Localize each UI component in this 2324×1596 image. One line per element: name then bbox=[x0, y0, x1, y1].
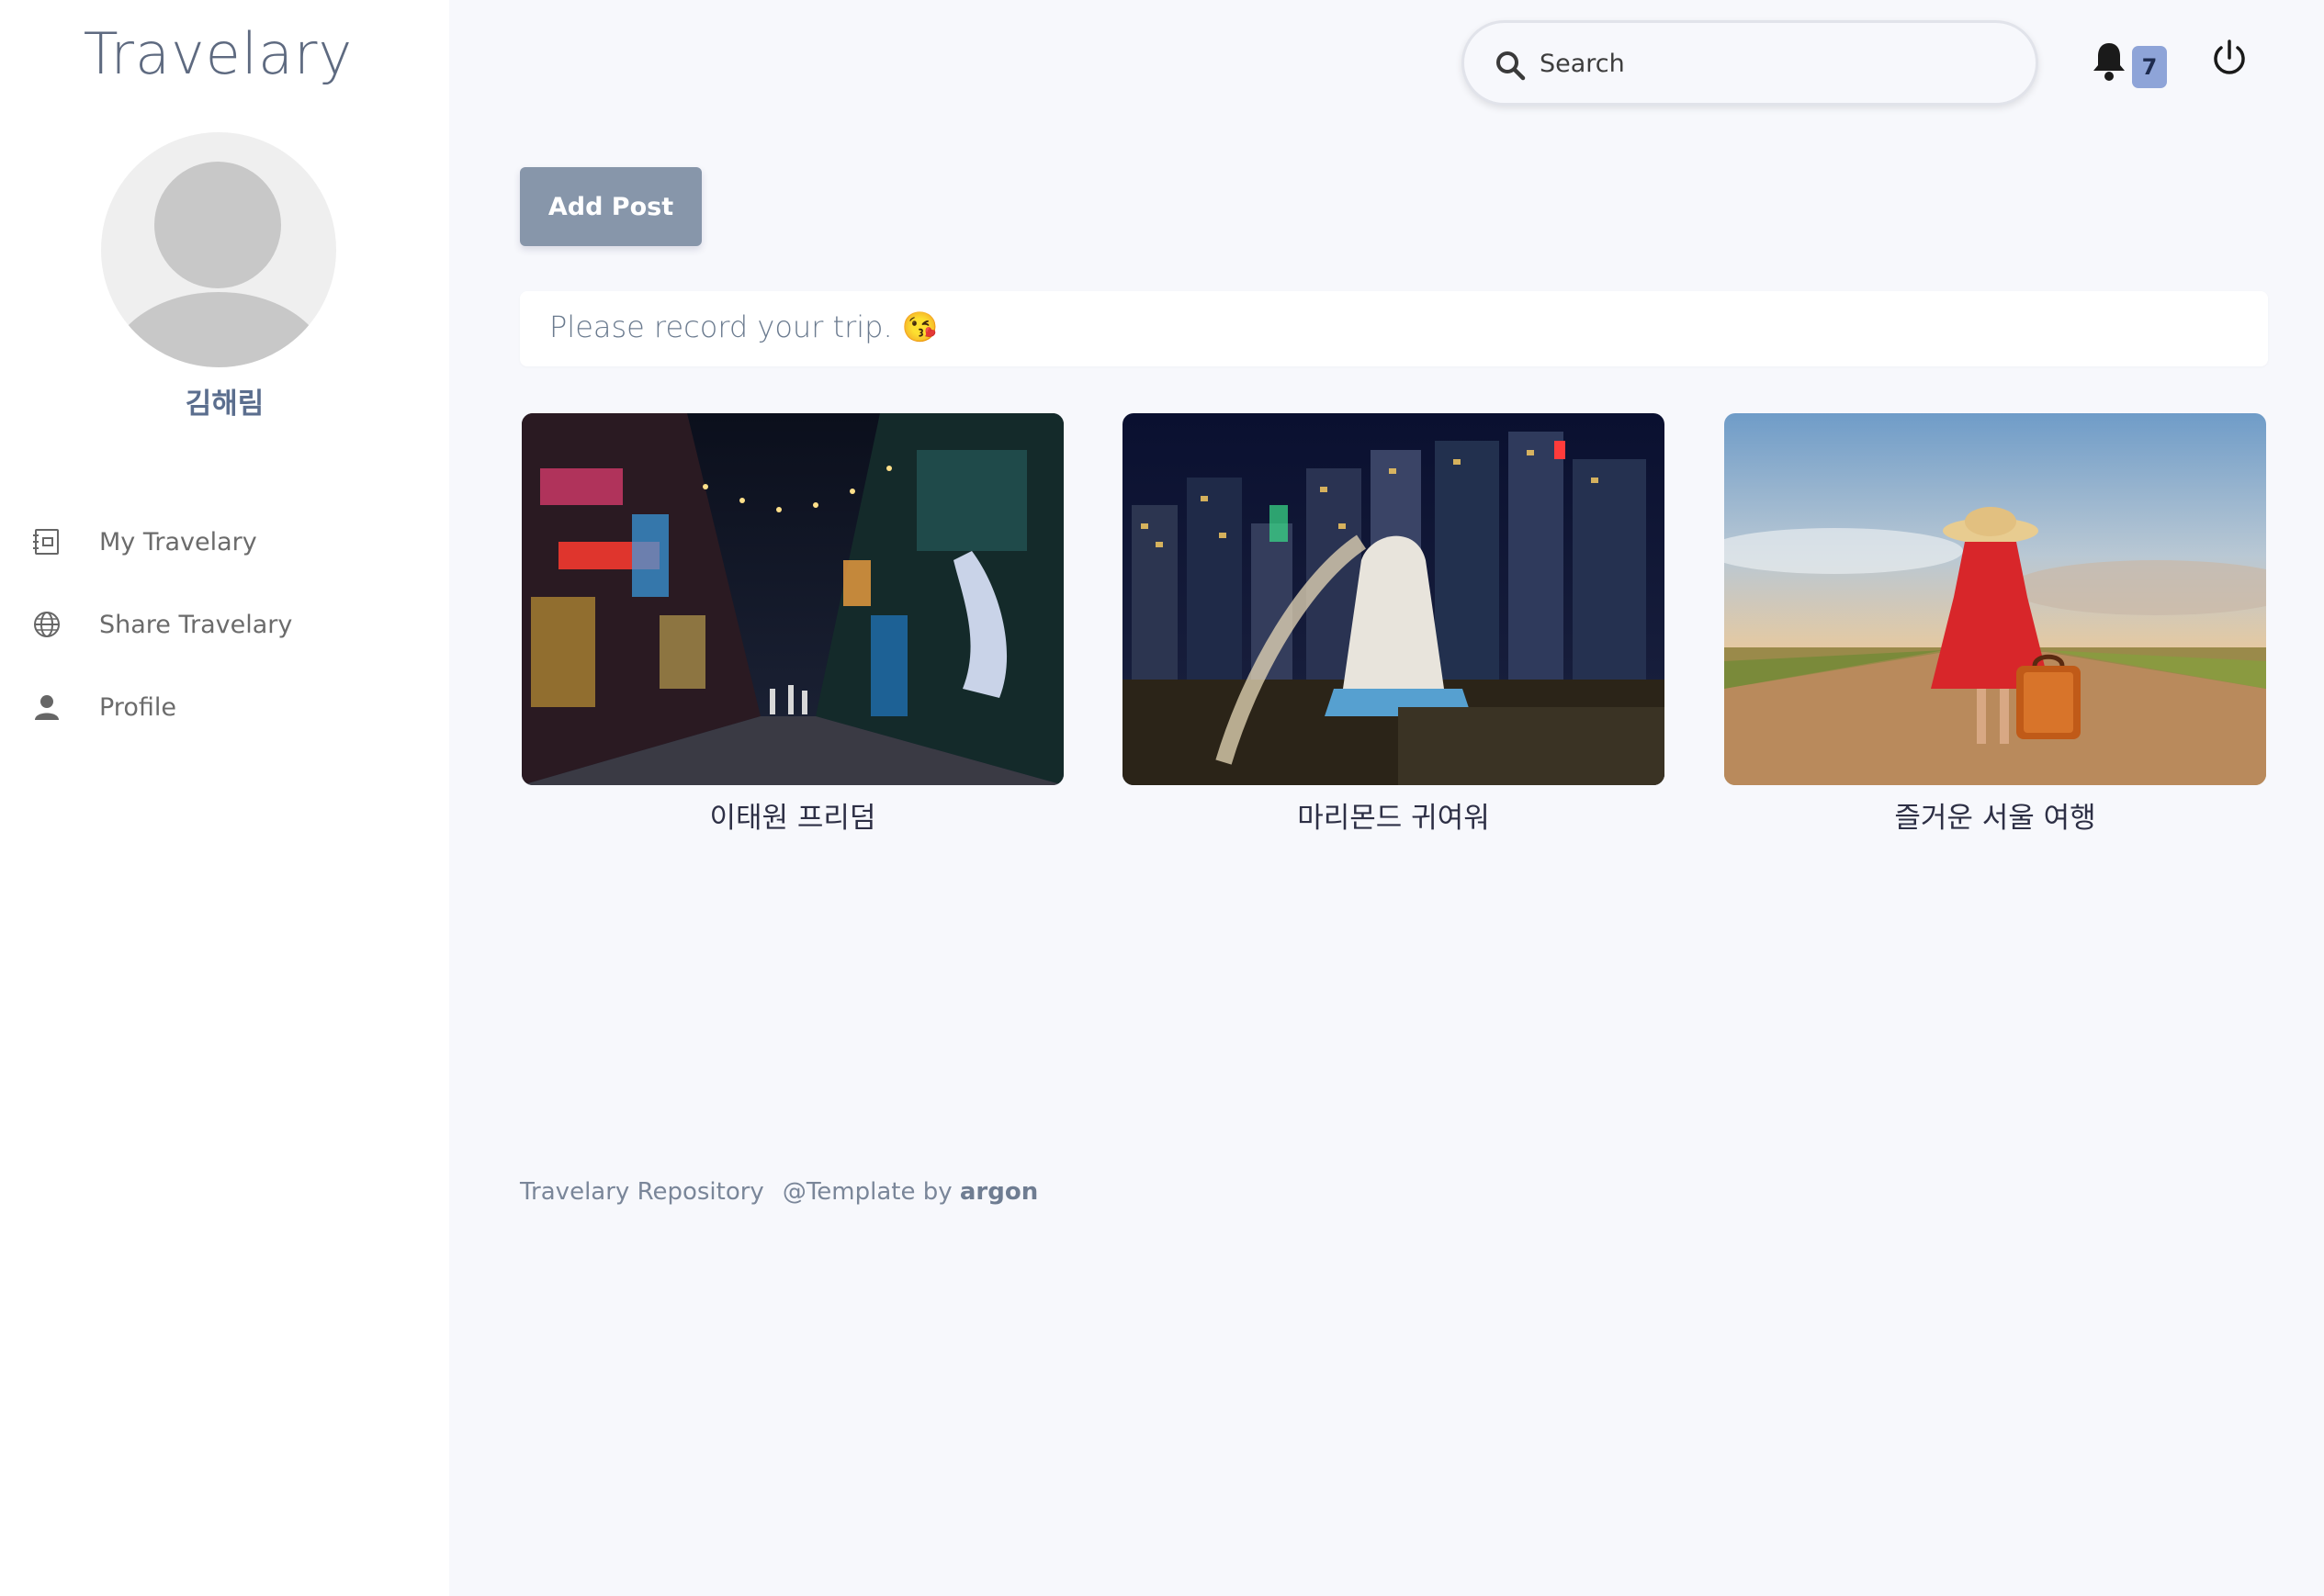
post-title: 즐거운 서울 여행 bbox=[1894, 802, 2096, 835]
sidebar-item-share-travelary[interactable]: Share Travelary bbox=[0, 583, 449, 666]
sidebar-item-my-travelary[interactable]: My Travelary bbox=[0, 500, 449, 583]
post-card[interactable]: 즐거운 서울 여행 bbox=[1724, 413, 2266, 836]
bell-icon[interactable] bbox=[2091, 40, 2127, 83]
user-icon bbox=[31, 691, 62, 723]
avatar-head-shape bbox=[154, 162, 281, 288]
search-box bbox=[1461, 20, 2038, 106]
post-title: 이태원 프리덤 bbox=[709, 802, 876, 835]
notification-badge: 7 bbox=[2132, 46, 2167, 88]
footer-argon-link[interactable]: argon bbox=[960, 1178, 1038, 1206]
post-title: 마리몬드 귀여워 bbox=[1297, 802, 1490, 835]
trip-prompt-bar[interactable]: Please record your trip. 😘 bbox=[520, 291, 2268, 366]
sidebar-item-label: My Travelary bbox=[99, 527, 257, 556]
post-image-night-street[interactable] bbox=[522, 413, 1064, 785]
sidebar-item-label: Share Travelary bbox=[99, 610, 293, 639]
search-icon bbox=[1494, 49, 1527, 82]
avatar[interactable] bbox=[101, 132, 336, 367]
post-card[interactable]: 이태원 프리덤 bbox=[522, 413, 1064, 836]
sidebar-item-label: Profile bbox=[99, 692, 176, 722]
footer: Travelary Repository @Template by argon bbox=[520, 1178, 1038, 1206]
footer-template-text: @Template by bbox=[782, 1178, 953, 1206]
power-icon[interactable] bbox=[2209, 39, 2250, 79]
app-logo[interactable]: Travelary bbox=[0, 20, 436, 87]
sidebar-nav: My Travelary Share Travelary Profile bbox=[0, 500, 449, 748]
avatar-body-shape bbox=[108, 292, 329, 367]
footer-repo-link[interactable]: Travelary Repository bbox=[520, 1178, 764, 1206]
post-image-road-trip[interactable] bbox=[1724, 413, 2266, 785]
post-image-merlion[interactable] bbox=[1123, 413, 1664, 785]
sidebar: Travelary 김해림 My Travelary Share Travela… bbox=[0, 0, 449, 1596]
notebook-icon bbox=[31, 526, 62, 557]
globe-icon bbox=[31, 609, 62, 640]
post-card[interactable]: 마리몬드 귀여워 bbox=[1123, 413, 1664, 836]
trip-prompt-text: Please record your trip. 😘 bbox=[549, 309, 939, 344]
sidebar-item-profile[interactable]: Profile bbox=[0, 666, 449, 748]
add-post-button[interactable]: Add Post bbox=[520, 167, 702, 246]
user-name: 김해림 bbox=[185, 388, 265, 421]
search-input[interactable] bbox=[1540, 39, 1999, 87]
